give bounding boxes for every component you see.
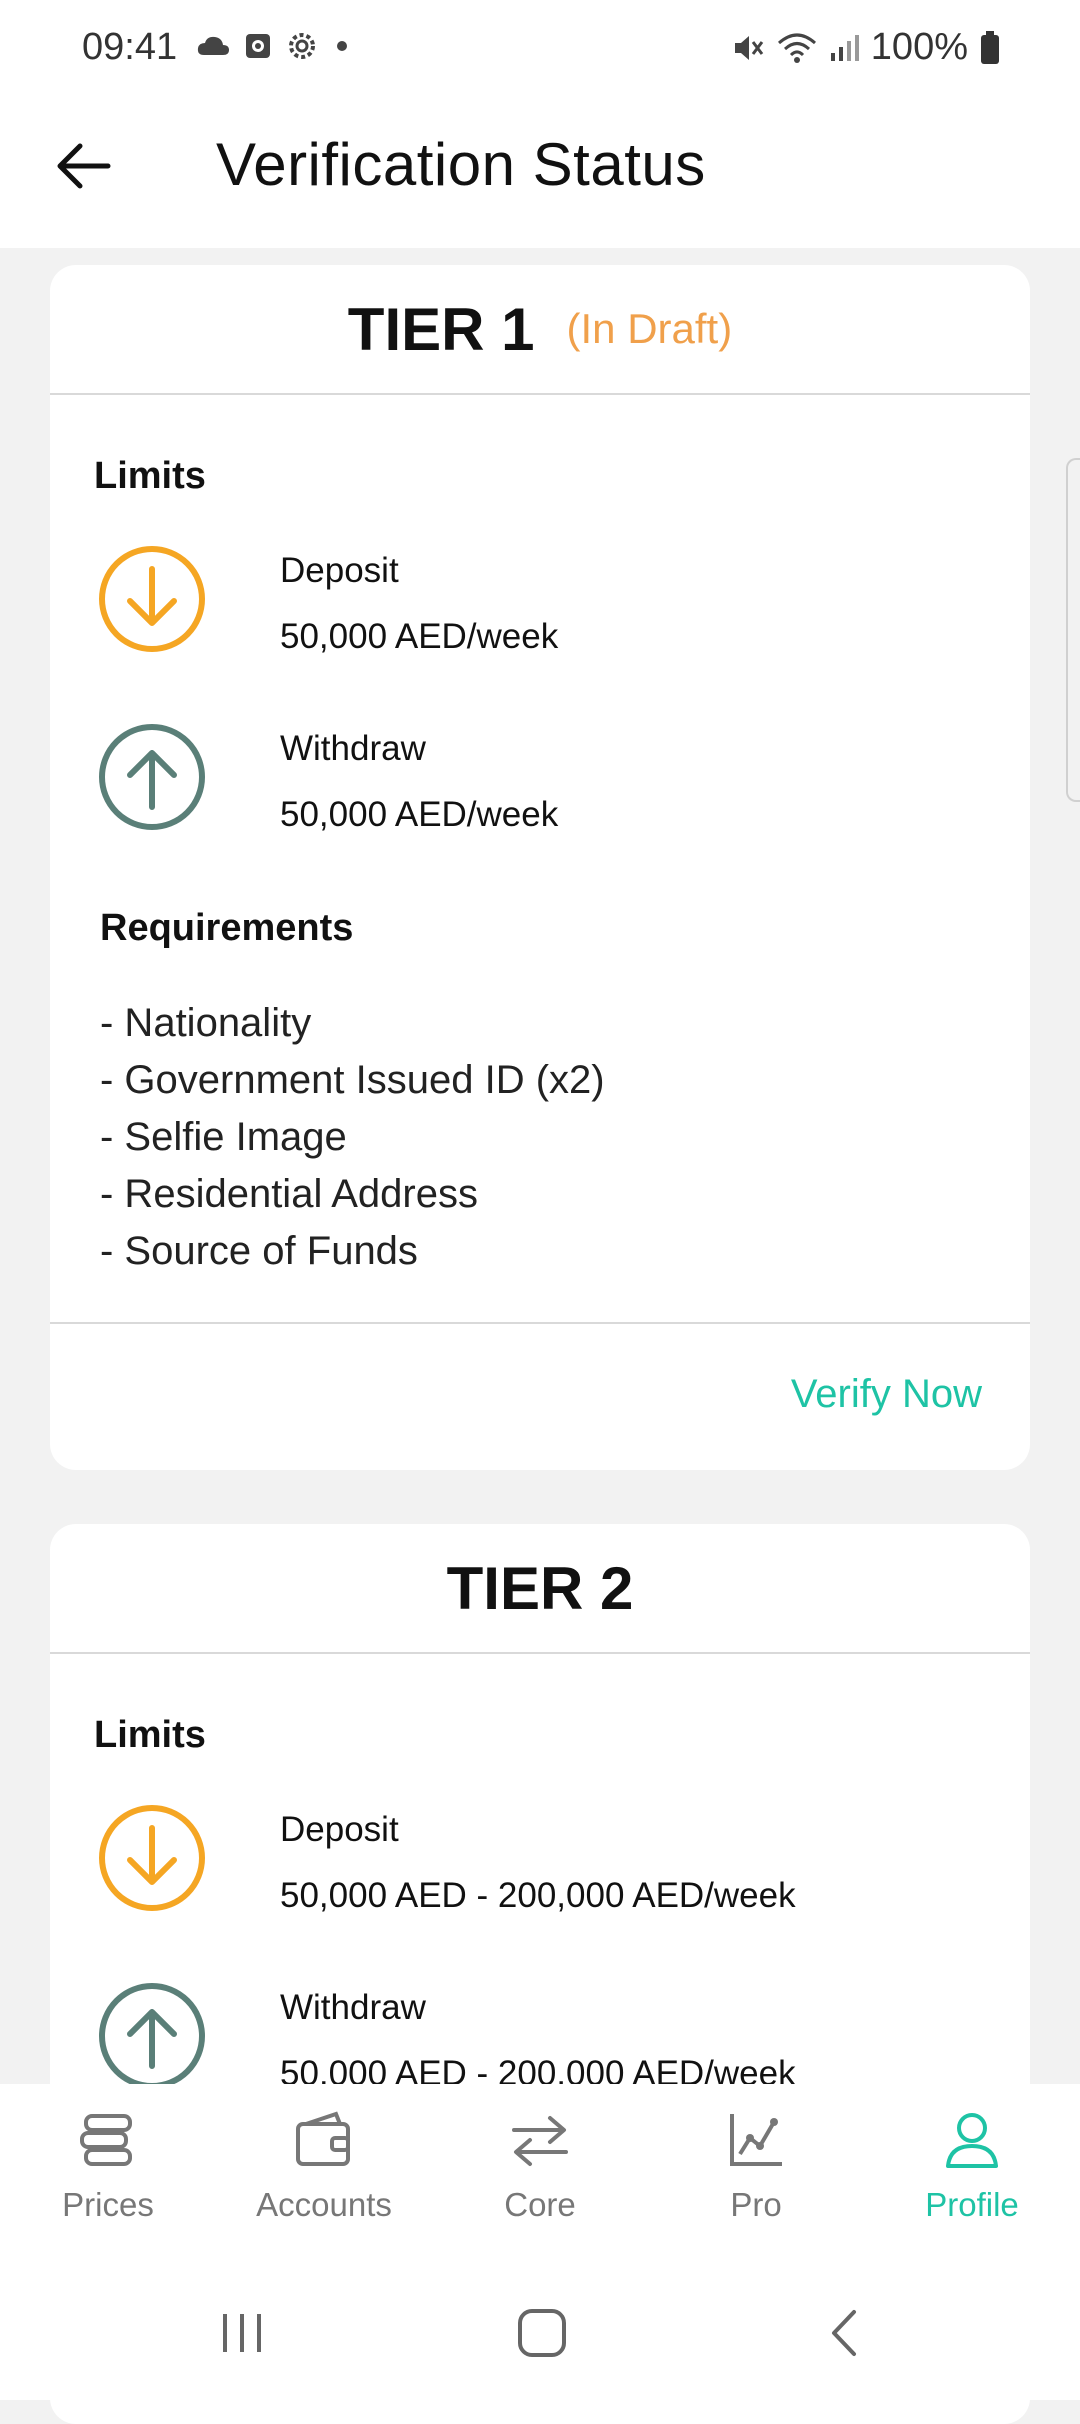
settings-icon bbox=[286, 30, 318, 62]
back-button[interactable] bbox=[48, 130, 120, 202]
nav-accounts-label: Accounts bbox=[256, 2186, 392, 2223]
user-icon bbox=[940, 2108, 1004, 2172]
battery-percent: 100% bbox=[870, 26, 968, 68]
system-nav-bar bbox=[0, 2264, 1080, 2400]
requirement-item: - Source of Funds bbox=[100, 1229, 418, 1273]
deposit-value: 50,000 AED/week bbox=[280, 617, 559, 656]
requirements-label: Requirements bbox=[100, 907, 354, 949]
requirements-list: - Nationality - Government Issued ID (x2… bbox=[100, 995, 605, 1280]
nav-core[interactable]: Core bbox=[432, 2084, 648, 2264]
deposit-arrow-down-icon bbox=[96, 543, 208, 655]
limits-label: Limits bbox=[94, 1714, 206, 1756]
status-right: 100% bbox=[731, 26, 1000, 69]
nav-pro[interactable]: Pro bbox=[648, 2084, 864, 2264]
recent-apps-button[interactable] bbox=[202, 2298, 282, 2368]
swap-icon bbox=[508, 2108, 572, 2172]
deposit-value: 50,000 AED - 200,000 AED/week bbox=[280, 1876, 796, 1915]
wallet-icon bbox=[292, 2108, 356, 2172]
tier-title: TIER 1 bbox=[347, 295, 535, 363]
withdraw-value: 50,000 AED/week bbox=[280, 795, 559, 834]
stack-icon bbox=[76, 2108, 140, 2172]
requirement-item: - Nationality bbox=[100, 1001, 312, 1045]
nav-prices-label: Prices bbox=[62, 2186, 154, 2223]
status-left-icons bbox=[196, 30, 352, 62]
nav-core-label: Core bbox=[504, 2186, 576, 2223]
withdraw-label: Withdraw bbox=[280, 729, 426, 768]
chart-icon bbox=[724, 2108, 788, 2172]
cloud-icon bbox=[196, 35, 230, 57]
deposit-limit-row: Deposit 50,000 AED/week bbox=[96, 543, 996, 663]
requirement-item: - Residential Address bbox=[100, 1172, 478, 1216]
notification-icon bbox=[244, 32, 272, 60]
withdraw-limit-row: Withdraw 50,000 AED/week bbox=[96, 721, 996, 841]
deposit-label: Deposit bbox=[280, 1810, 399, 1849]
verify-now-button[interactable]: Verify Now bbox=[791, 1372, 982, 1417]
tier-1-footer: Verify Now bbox=[50, 1322, 1030, 1470]
nav-prices[interactable]: Prices bbox=[0, 2084, 216, 2264]
limits-label: Limits bbox=[94, 455, 206, 497]
bottom-nav: Prices Accounts Core Pro Profile bbox=[0, 2084, 1080, 2264]
battery-icon bbox=[980, 30, 1000, 65]
system-back-button[interactable] bbox=[804, 2298, 884, 2368]
withdraw-arrow-up-icon bbox=[96, 1980, 208, 2092]
status-time: 09:41 bbox=[82, 26, 178, 68]
deposit-arrow-down-icon bbox=[96, 1802, 208, 1914]
requirement-item: - Selfie Image bbox=[100, 1115, 347, 1159]
nav-pro-label: Pro bbox=[730, 2186, 782, 2223]
deposit-limit-row: Deposit 50,000 AED - 200,000 AED/week bbox=[96, 1802, 996, 1922]
signal-icon bbox=[829, 33, 859, 63]
dot-icon bbox=[332, 36, 352, 56]
chevron-left-icon bbox=[824, 2306, 864, 2360]
tier-status-badge: (In Draft) bbox=[566, 305, 733, 352]
arrow-left-icon bbox=[56, 142, 112, 190]
tier-title: TIER 2 bbox=[446, 1554, 634, 1622]
mute-icon bbox=[731, 31, 765, 65]
wifi-icon bbox=[777, 31, 817, 65]
nav-profile[interactable]: Profile bbox=[864, 2084, 1080, 2264]
tier-1-card: TIER 1 (In Draft) Limits Deposit 50,000 … bbox=[50, 265, 1030, 1470]
withdraw-arrow-up-icon bbox=[96, 721, 208, 833]
home-button[interactable] bbox=[502, 2298, 582, 2368]
withdraw-label: Withdraw bbox=[280, 1988, 426, 2027]
deposit-label: Deposit bbox=[280, 551, 399, 590]
nav-profile-label: Profile bbox=[925, 2186, 1019, 2223]
app-bar: Verification Status bbox=[0, 100, 1080, 248]
nav-accounts[interactable]: Accounts bbox=[216, 2084, 432, 2264]
home-icon bbox=[515, 2306, 569, 2360]
withdraw-limit-row: Withdraw 50,000 AED - 200,000 AED/week bbox=[96, 1980, 996, 2100]
requirement-item: - Government Issued ID (x2) bbox=[100, 1058, 605, 1102]
tier-1-header: TIER 1 (In Draft) bbox=[50, 265, 1030, 395]
tier-2-header: TIER 2 bbox=[50, 1524, 1030, 1654]
page-title: Verification Status bbox=[216, 131, 706, 198]
status-bar: 09:41 100% bbox=[0, 0, 1080, 100]
scroll-indicator[interactable] bbox=[1066, 458, 1080, 802]
recent-apps-icon bbox=[217, 2308, 267, 2358]
